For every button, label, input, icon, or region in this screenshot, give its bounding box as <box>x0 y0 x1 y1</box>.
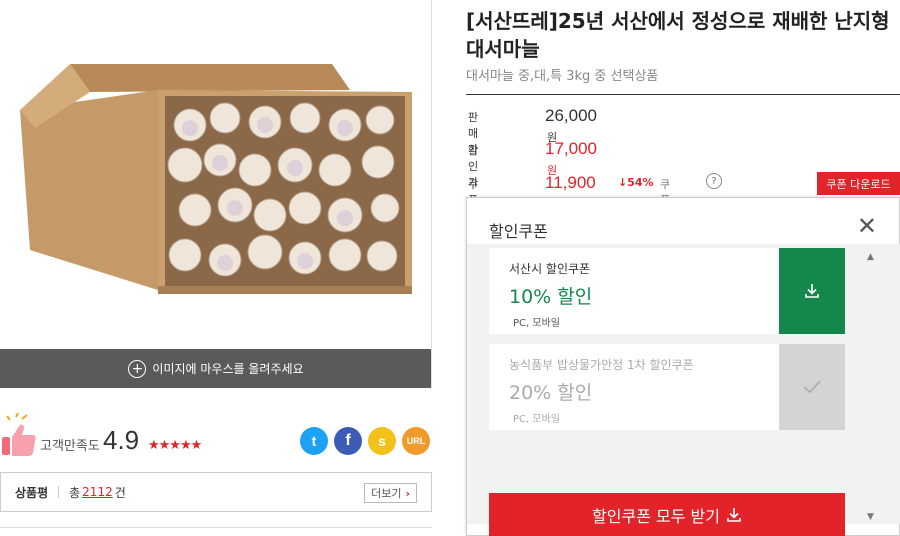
satisfaction-row: 고객만족도 4.9 ★★★★★ t f s URL <box>0 405 432 465</box>
review-more-button[interactable]: 더보기 › <box>364 483 417 503</box>
review-label: 상품평 <box>15 485 49 500</box>
check-icon <box>803 380 821 394</box>
coupon-download-button[interactable] <box>779 248 845 334</box>
kakaostory-share-icon[interactable]: s <box>368 427 396 455</box>
popup-title: 할인쿠폰 <box>489 222 548 241</box>
help-icon[interactable]: ? <box>706 173 722 189</box>
satisfaction-label: 고객만족도 <box>40 439 100 454</box>
more-label: 더보기 <box>371 487 402 500</box>
scroll-up-icon[interactable]: ▲ <box>867 252 874 262</box>
download-icon <box>805 284 819 298</box>
sale-price-amount: 26,000 <box>545 106 597 125</box>
image-hover-hint: + 이미지에 마우스를 올려주세요 <box>0 349 431 388</box>
facebook-share-icon[interactable]: f <box>334 427 362 455</box>
url-copy-icon[interactable]: URL <box>402 427 430 455</box>
left-column: + 이미지에 마우스를 올려주세요 고객만족도 4.9 ★★★★★ t f s … <box>0 0 432 536</box>
chevron-right-icon: › <box>405 486 410 500</box>
product-subtitle: 대서마늘 중,대,특 3kg 중 선택상품 <box>466 69 659 84</box>
star-rating: ★★★★★ <box>148 438 202 453</box>
coupon-usage: PC, 모바일 <box>513 414 560 425</box>
product-image[interactable]: + 이미지에 마우스를 올려주세요 <box>0 0 432 388</box>
garlic-box-image <box>20 64 412 294</box>
thumbs-up-icon <box>2 413 36 456</box>
divider <box>0 527 432 528</box>
discount-price-amount: 17,000 <box>545 139 597 158</box>
coupon-item: 서산시 할인쿠폰 10% 할인 PC, 모바일 <box>489 248 845 334</box>
receive-all-coupons-button[interactable]: 할인쿠폰 모두 받기 <box>489 493 845 536</box>
coupon-name: 서산시 할인쿠폰 <box>509 262 591 276</box>
coupon-usage: PC, 모바일 <box>513 318 560 329</box>
review-summary: 상품평 총 2112 건 더보기 › <box>0 472 432 512</box>
divider <box>466 94 900 95</box>
product-title: [서산뜨레]25년 서산에서 정성으로 재배한 난지형 대서마늘 <box>466 9 890 61</box>
download-icon <box>727 508 741 522</box>
review-total-prefix: 총 <box>69 485 81 500</box>
scrollbar[interactable]: ▲ ▼ <box>865 244 879 524</box>
discount-rate: ↓54% <box>618 176 654 189</box>
coupon-received-button[interactable] <box>779 344 845 430</box>
coupon-item: 농식품부 밥상물가안정 1차 할인쿠폰 20% 할인 PC, 모바일 <box>489 344 845 430</box>
divider <box>58 486 60 498</box>
review-count-suffix: 건 <box>114 485 126 500</box>
review-count[interactable]: 2112 <box>82 485 113 499</box>
coupon-name: 농식품부 밥상물가안정 1차 할인쿠폰 <box>509 358 694 372</box>
receive-all-label: 할인쿠폰 모두 받기 <box>592 507 720 526</box>
scroll-down-icon[interactable]: ▼ <box>867 512 874 522</box>
close-icon[interactable]: ✕ <box>857 214 877 238</box>
coupon-price-amount: 11,900 <box>545 173 596 192</box>
coupon-amount: 20% 할인 <box>509 382 593 404</box>
twitter-share-icon[interactable]: t <box>300 427 328 455</box>
hover-hint-text: 이미지에 마우스를 올려주세요 <box>152 362 304 376</box>
plus-circle-icon: + <box>128 359 147 378</box>
coupon-amount: 10% 할인 <box>509 286 593 308</box>
coupon-popup: 할인쿠폰 ✕ 서산시 할인쿠폰 10% 할인 PC, 모바일 농식품부 밥상물가… <box>466 197 900 536</box>
coupon-list: 서산시 할인쿠폰 10% 할인 PC, 모바일 농식품부 밥상물가안정 1차 할… <box>467 244 900 524</box>
coupon-download-button[interactable]: 쿠폰 다운로드 <box>817 172 900 195</box>
satisfaction-score: 4.9 <box>103 425 140 455</box>
